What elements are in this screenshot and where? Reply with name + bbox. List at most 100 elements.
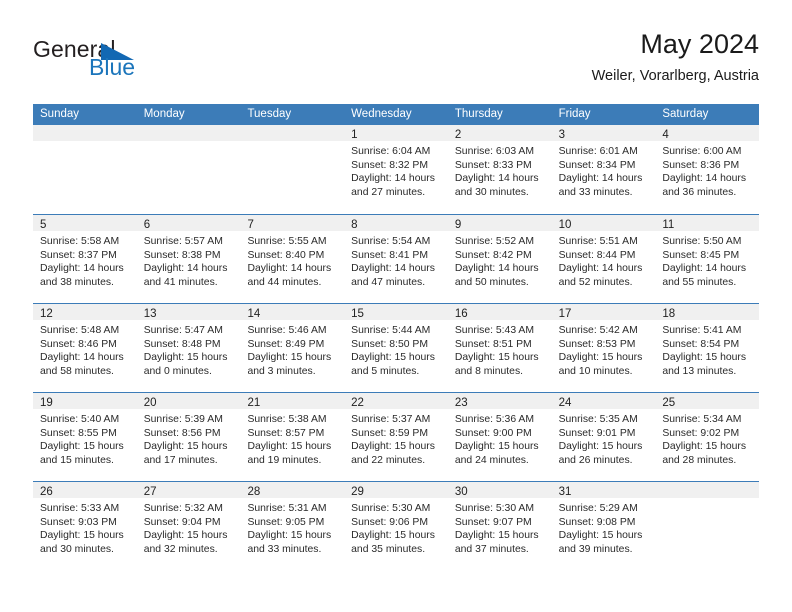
sunrise-text: Sunrise: 5:32 AM [143, 503, 223, 514]
day-cell[interactable]: 6 Sunrise: 5:57 AM Sunset: 8:38 PM Dayli… [136, 215, 241, 303]
sunrise-text: Sunrise: 5:58 AM [40, 236, 120, 247]
sunset-text: Sunset: 8:45 PM [662, 249, 740, 261]
day-number: 1 [351, 129, 358, 141]
day-cell[interactable]: 11 Sunrise: 5:50 AM Sunset: 8:45 PM Dayl… [655, 215, 760, 303]
daylight-text-line1: Daylight: 14 hours [40, 352, 124, 364]
day-cell[interactable]: 9 Sunrise: 5:52 AM Sunset: 8:42 PM Dayli… [447, 215, 552, 303]
daylight-text-line2: and 22 minutes. [351, 454, 426, 466]
day-number: 4 [662, 129, 669, 141]
day-cell[interactable]: 25 Sunrise: 5:34 AM Sunset: 9:02 PM Dayl… [655, 393, 760, 481]
sunrise-text: Sunrise: 5:30 AM [454, 503, 535, 514]
day-details [240, 141, 344, 145]
day-cell[interactable]: 20 Sunrise: 5:39 AM Sunset: 8:56 PM Dayl… [136, 393, 241, 481]
sunrise-text: Sunrise: 5:34 AM [662, 414, 742, 425]
weekday-header-tuesday: Tuesday [247, 108, 292, 120]
day-details: Sunrise: 5:42 AM Sunset: 8:53 PM Dayligh… [552, 320, 656, 378]
sunrise-text: Sunrise: 5:46 AM [247, 325, 327, 336]
day-number: 26 [40, 486, 53, 498]
day-cell[interactable]: 13 Sunrise: 5:47 AM Sunset: 8:48 PM Dayl… [136, 304, 241, 392]
day-details: Sunrise: 5:40 AM Sunset: 8:55 PM Dayligh… [33, 409, 137, 467]
sunrise-text: Sunrise: 5:38 AM [247, 414, 327, 425]
sunrise-text: Sunrise: 5:41 AM [662, 325, 742, 336]
daylight-text-line2: and 8 minutes. [454, 365, 524, 377]
sunrise-text: Sunrise: 5:55 AM [247, 236, 327, 247]
sunrise-text: Sunrise: 5:29 AM [558, 503, 638, 514]
day-details: Sunrise: 5:34 AM Sunset: 9:02 PM Dayligh… [655, 409, 759, 467]
day-cell[interactable]: 22 Sunrise: 5:37 AM Sunset: 8:59 PM Dayl… [344, 393, 448, 481]
day-details: Sunrise: 5:44 AM Sunset: 8:50 PM Dayligh… [344, 320, 448, 378]
day-cell[interactable]: 3 Sunrise: 6:01 AM Sunset: 8:34 PM Dayli… [551, 125, 656, 214]
daylight-text-line1: Daylight: 15 hours [558, 441, 643, 453]
sunrise-text: Sunrise: 6:00 AM [662, 146, 742, 157]
day-cell[interactable]: 31 Sunrise: 5:29 AM Sunset: 9:08 PM Dayl… [551, 482, 656, 570]
sunset-text: Sunset: 9:04 PM [143, 516, 221, 528]
day-cell[interactable]: 17 Sunrise: 5:42 AM Sunset: 8:53 PM Dayl… [551, 304, 656, 392]
day-cell[interactable]: 14 Sunrise: 5:46 AM Sunset: 8:49 PM Dayl… [240, 304, 345, 392]
daylight-text-line1: Daylight: 15 hours [454, 530, 539, 542]
day-cell[interactable]: 21 Sunrise: 5:38 AM Sunset: 8:57 PM Dayl… [240, 393, 345, 481]
daylight-text-line1: Daylight: 15 hours [247, 530, 332, 542]
sunset-text: Sunset: 8:34 PM [558, 159, 636, 171]
day-cell[interactable]: 2 Sunrise: 6:03 AM Sunset: 8:33 PM Dayli… [447, 125, 552, 214]
sunset-text: Sunset: 9:00 PM [454, 427, 532, 439]
day-details: Sunrise: 5:36 AM Sunset: 9:00 PM Dayligh… [448, 409, 552, 467]
daylight-text-line2: and 41 minutes. [143, 276, 218, 288]
daylight-text-line1: Daylight: 15 hours [351, 441, 435, 453]
daylight-text-line2: and 38 minutes. [40, 276, 114, 288]
day-cell[interactable]: 30 Sunrise: 5:30 AM Sunset: 9:07 PM Dayl… [447, 482, 552, 570]
day-details: Sunrise: 6:01 AM Sunset: 8:34 PM Dayligh… [552, 141, 656, 199]
sunrise-text: Sunrise: 5:48 AM [40, 325, 120, 336]
day-cell[interactable]: 7 Sunrise: 5:55 AM Sunset: 8:40 PM Dayli… [240, 215, 345, 303]
day-cell[interactable]: 26 Sunrise: 5:33 AM Sunset: 9:03 PM Dayl… [33, 482, 137, 570]
daylight-text-line1: Daylight: 14 hours [454, 173, 539, 185]
daylight-text-line1: Daylight: 14 hours [351, 173, 435, 185]
sunset-text: Sunset: 8:33 PM [454, 159, 532, 171]
day-number: 8 [351, 219, 358, 231]
day-cell[interactable]: 12 Sunrise: 5:48 AM Sunset: 8:46 PM Dayl… [33, 304, 137, 392]
day-details: Sunrise: 5:58 AM Sunset: 8:37 PM Dayligh… [33, 231, 137, 289]
day-cell[interactable]: 8 Sunrise: 5:54 AM Sunset: 8:41 PM Dayli… [344, 215, 448, 303]
sunrise-text: Sunrise: 5:57 AM [143, 236, 223, 247]
day-number: 31 [558, 486, 572, 498]
day-cell[interactable]: 10 Sunrise: 5:51 AM Sunset: 8:44 PM Dayl… [551, 215, 656, 303]
daylight-text-line2: and 37 minutes. [454, 543, 529, 555]
day-number: 28 [247, 486, 261, 498]
day-cell[interactable] [655, 482, 760, 570]
day-details [137, 141, 241, 145]
daylight-text-line2: and 44 minutes. [247, 276, 322, 288]
day-cell[interactable]: 4 Sunrise: 6:00 AM Sunset: 8:36 PM Dayli… [655, 125, 760, 214]
day-cell[interactable]: 1 Sunrise: 6:04 AM Sunset: 8:32 PM Dayli… [344, 125, 448, 214]
weekday-header-sunday: Sunday [40, 108, 80, 120]
sunrise-text: Sunrise: 5:47 AM [143, 325, 223, 336]
day-cell[interactable]: 23 Sunrise: 5:36 AM Sunset: 9:00 PM Dayl… [447, 393, 552, 481]
week-row: 5 Sunrise: 5:58 AM Sunset: 8:37 PM Dayli… [33, 214, 760, 303]
sunrise-text: Sunrise: 5:51 AM [558, 236, 638, 247]
day-cell[interactable] [136, 125, 241, 214]
day-cell[interactable]: 15 Sunrise: 5:44 AM Sunset: 8:50 PM Dayl… [344, 304, 448, 392]
daylight-text-line2: and 39 minutes. [558, 543, 633, 555]
daylight-text-line1: Daylight: 15 hours [351, 530, 435, 542]
daylight-text-line1: Daylight: 15 hours [143, 441, 228, 453]
day-cell[interactable]: 24 Sunrise: 5:35 AM Sunset: 9:01 PM Dayl… [551, 393, 656, 481]
sunrise-text: Sunrise: 5:40 AM [40, 414, 120, 425]
daylight-text-line1: Daylight: 15 hours [558, 352, 643, 364]
day-cell[interactable]: 16 Sunrise: 5:43 AM Sunset: 8:51 PM Dayl… [447, 304, 552, 392]
day-cell[interactable]: 19 Sunrise: 5:40 AM Sunset: 8:55 PM Dayl… [33, 393, 137, 481]
day-details [655, 498, 759, 502]
day-cell[interactable]: 27 Sunrise: 5:32 AM Sunset: 9:04 PM Dayl… [136, 482, 241, 570]
sunset-text: Sunset: 9:08 PM [558, 516, 636, 528]
day-cell[interactable]: 18 Sunrise: 5:41 AM Sunset: 8:54 PM Dayl… [655, 304, 760, 392]
day-cell[interactable] [240, 125, 345, 214]
day-cell[interactable]: 5 Sunrise: 5:58 AM Sunset: 8:37 PM Dayli… [33, 215, 137, 303]
day-details: Sunrise: 5:50 AM Sunset: 8:45 PM Dayligh… [655, 231, 759, 289]
sunset-text: Sunset: 8:56 PM [143, 427, 221, 439]
day-cell[interactable]: 28 Sunrise: 5:31 AM Sunset: 9:05 PM Dayl… [240, 482, 345, 570]
daylight-text-line1: Daylight: 15 hours [143, 352, 228, 364]
day-details [33, 141, 137, 145]
day-cell[interactable] [33, 125, 137, 214]
sunset-text: Sunset: 8:40 PM [247, 249, 325, 261]
daylight-text-line1: Daylight: 14 hours [247, 263, 332, 275]
daylight-text-line1: Daylight: 14 hours [454, 263, 539, 275]
weekday-header-row: Sunday Monday Tuesday Wednesday Thursday… [33, 104, 759, 125]
day-cell[interactable]: 29 Sunrise: 5:30 AM Sunset: 9:06 PM Dayl… [344, 482, 448, 570]
